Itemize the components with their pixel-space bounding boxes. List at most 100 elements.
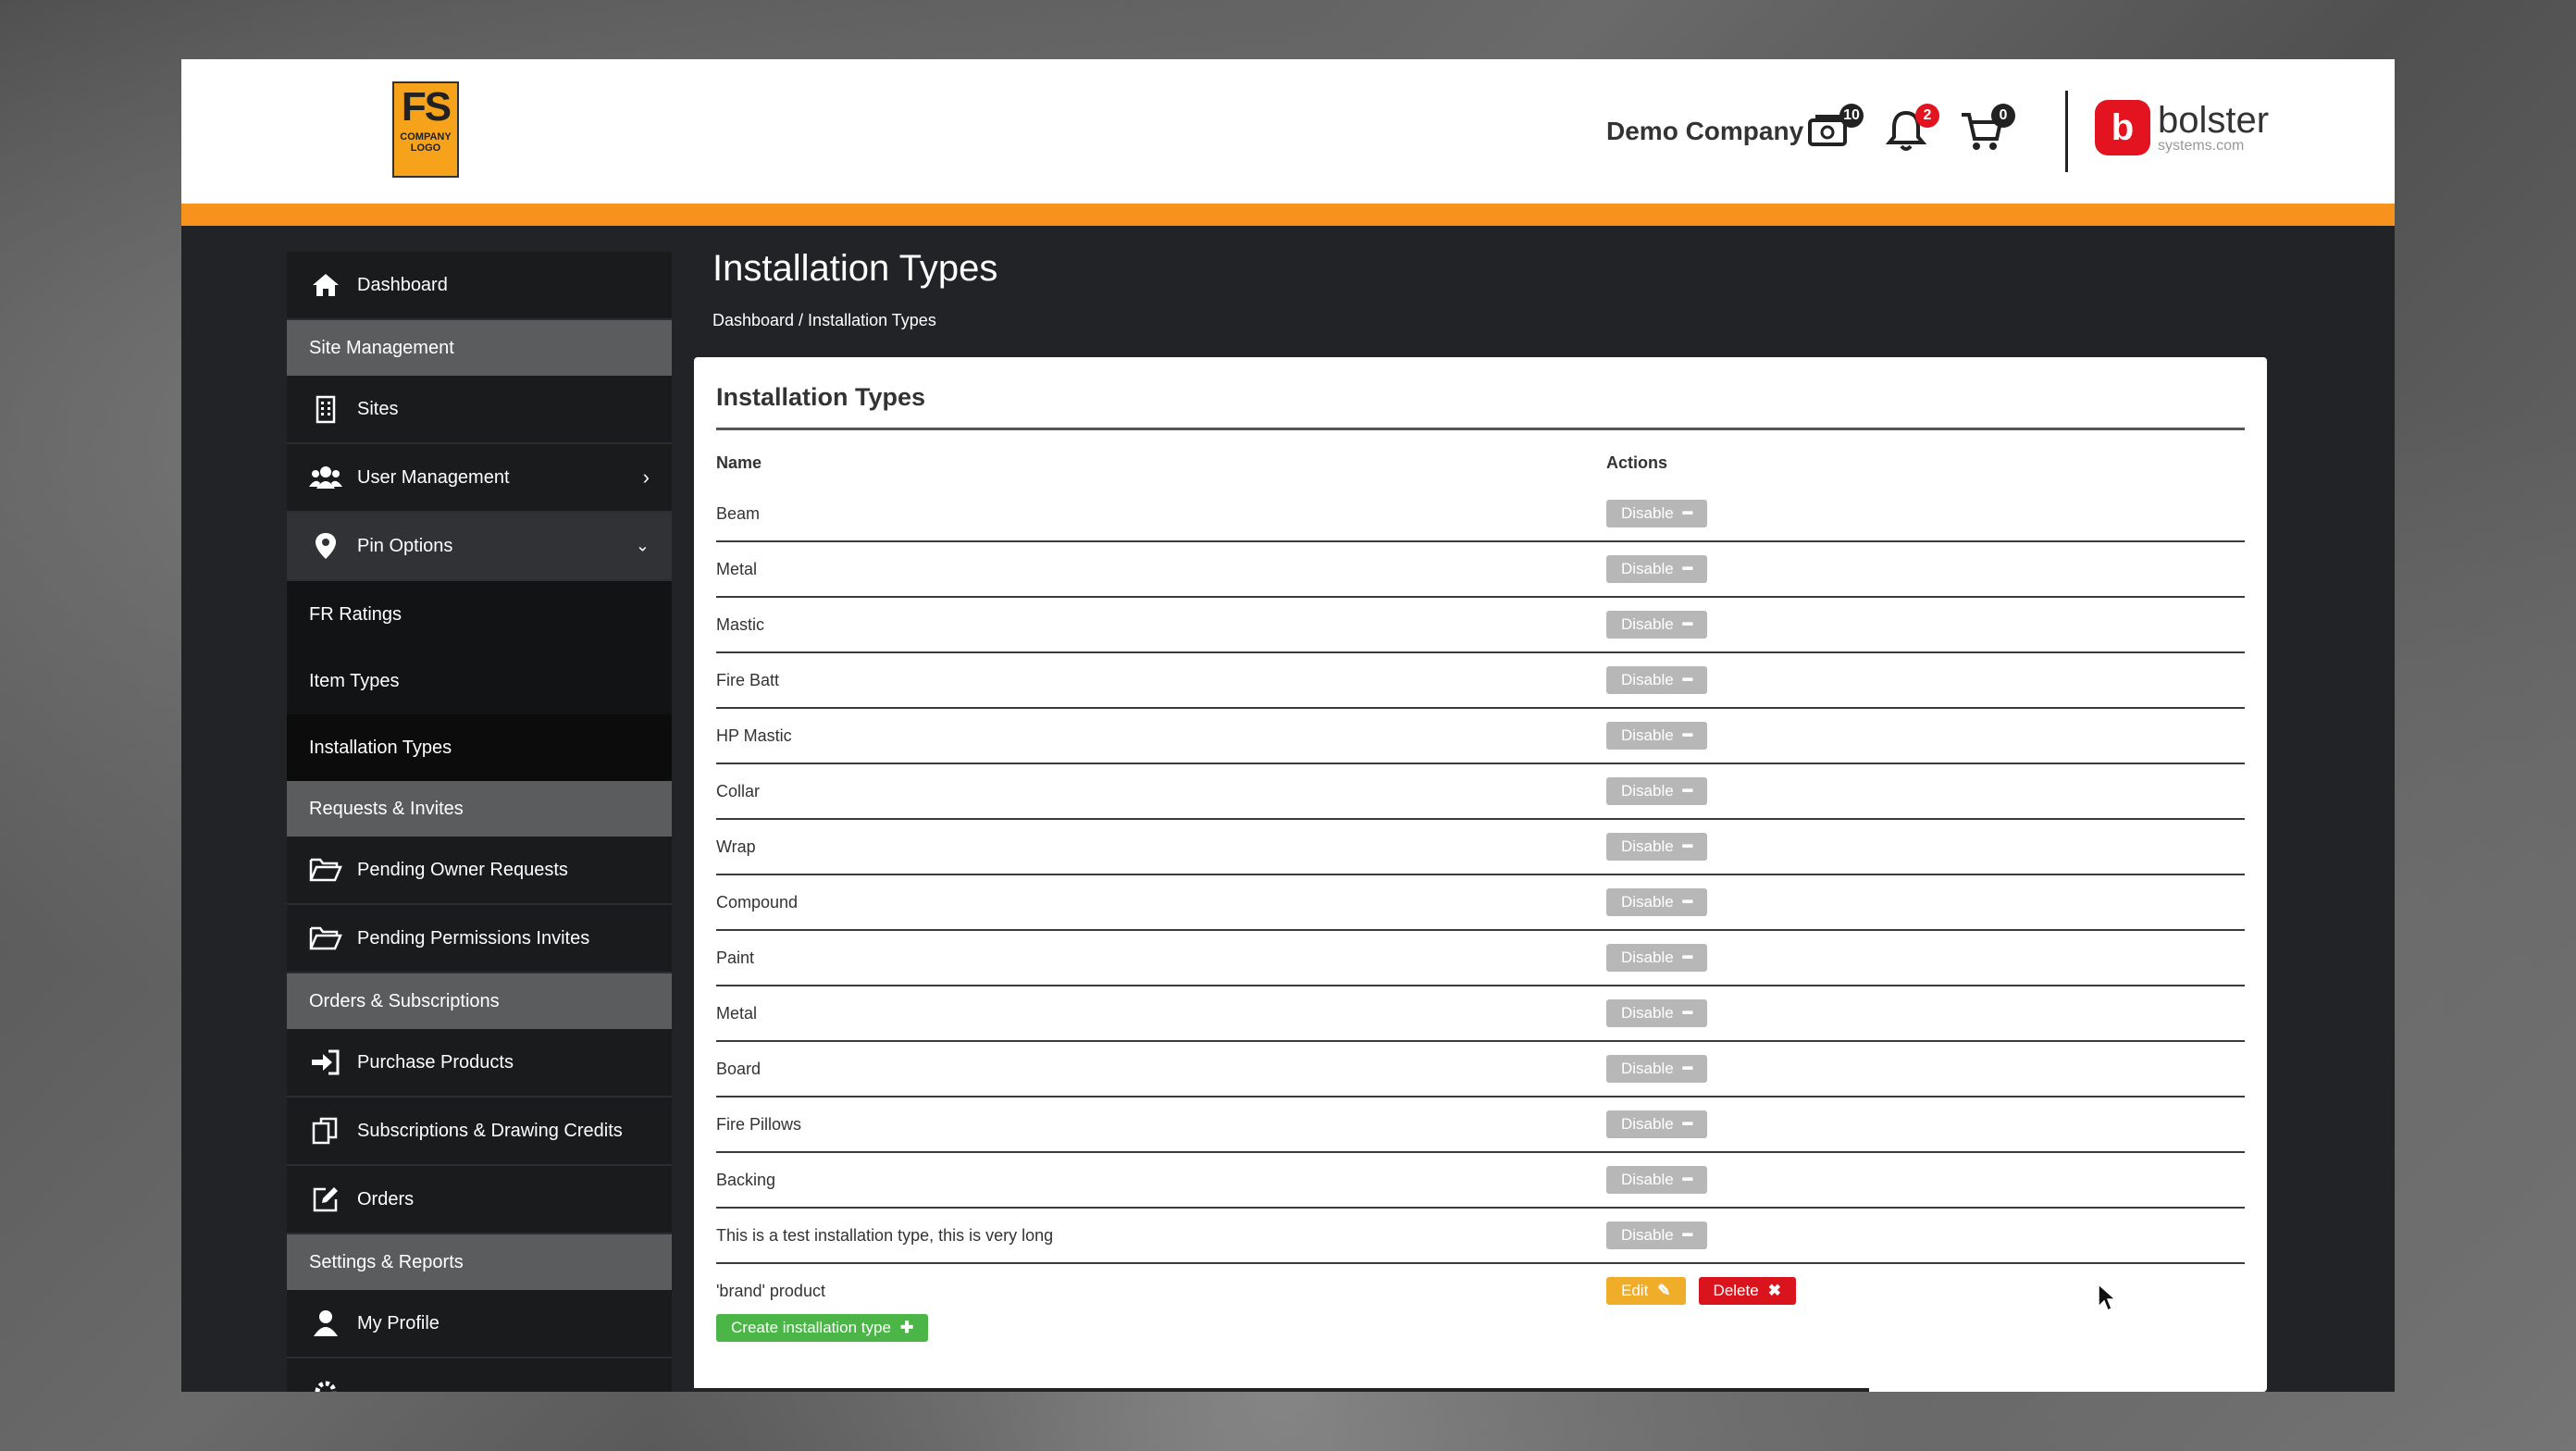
disable-button-label: Disable [1621, 1226, 1674, 1244]
disable-button-label: Disable [1621, 504, 1674, 522]
sidebar-item-pin-options[interactable]: Pin Options ⌄ [287, 513, 672, 581]
disable-button-label: Disable [1621, 893, 1674, 911]
breadcrumb[interactable]: Dashboard / Installation Types [712, 311, 936, 330]
row-name: This is a test installation type, this i… [716, 1226, 1054, 1245]
table-row: Collar Disable ━ [716, 764, 2245, 820]
cart-button[interactable]: 0 [1958, 104, 2015, 159]
users-icon [309, 466, 342, 489]
sidebar-item-orders[interactable]: Orders [287, 1166, 672, 1234]
row-name: Collar [716, 782, 761, 800]
disable-button[interactable]: Disable ━ [1606, 722, 1707, 750]
table-row: This is a test installation type, this i… [716, 1209, 2245, 1264]
table-row: Beam Disable ━ [716, 487, 2245, 542]
disable-button-label: Disable [1621, 1115, 1674, 1133]
disable-button[interactable]: Disable ━ [1606, 1166, 1707, 1194]
chevron-down-icon: ⌄ [635, 536, 650, 555]
sidebar: Dashboard Site Management Sites User Man… [287, 252, 672, 1392]
row-name: Metal [716, 560, 758, 578]
edit-icon [313, 1187, 338, 1212]
app-window: FS COMPANY LOGO Demo Company 10 2 0 b bo… [181, 59, 2395, 1392]
folder-open-icon [309, 926, 342, 950]
row-name: Mastic [716, 615, 765, 634]
section-settings-reports: Settings & Reports [287, 1234, 672, 1290]
table-row: Metal Disable ━ [716, 986, 2245, 1042]
disable-button[interactable]: Disable ━ [1606, 999, 1707, 1027]
brand-sub: systems.com [2158, 138, 2245, 154]
disable-button-label: Disable [1621, 560, 1674, 577]
row-name: Paint [716, 949, 755, 967]
sidebar-subitem-installation-types[interactable]: Installation Types [287, 714, 672, 781]
pencil-icon: ✎ [1657, 1282, 1671, 1299]
minus-icon: ━ [1682, 1004, 1692, 1022]
sidebar-item-my-profile[interactable]: My Profile [287, 1290, 672, 1358]
minus-icon: ━ [1682, 893, 1692, 911]
disable-button[interactable]: Disable ━ [1606, 888, 1707, 916]
sidebar-subitem-fr-ratings[interactable]: FR Ratings [287, 581, 672, 648]
credits-badge: 10 [1839, 104, 1864, 128]
minus-icon: ━ [1682, 1226, 1692, 1244]
folder-open-icon [309, 858, 342, 882]
logo-caption: COMPANY LOGO [400, 131, 452, 154]
sidebar-item-label: My Profile [357, 1312, 440, 1333]
company-name[interactable]: Demo Company [1606, 117, 1803, 146]
delete-button[interactable]: Delete ✖ [1698, 1277, 1796, 1305]
disable-button-label: Disable [1621, 726, 1674, 744]
disable-button[interactable]: Disable ━ [1606, 555, 1707, 583]
disable-button-label: Disable [1621, 671, 1674, 688]
minus-icon: ━ [1682, 1115, 1692, 1133]
disable-button[interactable]: Disable ━ [1606, 944, 1707, 972]
disable-button[interactable]: Disable ━ [1606, 833, 1707, 861]
plus-icon: ✚ [899, 1319, 914, 1336]
notifications-button[interactable]: 2 [1882, 104, 1939, 159]
company-logo[interactable]: FS COMPANY LOGO [392, 81, 459, 178]
disable-button[interactable]: Disable ━ [1606, 611, 1707, 639]
disable-button-label: Disable [1621, 837, 1674, 855]
disable-button[interactable]: Disable ━ [1606, 1222, 1707, 1249]
minus-icon: ━ [1682, 949, 1692, 966]
column-header-name: Name [716, 453, 762, 472]
sidebar-item-dashboard[interactable]: Dashboard [287, 252, 672, 320]
row-name: Backing [716, 1171, 776, 1189]
disable-button[interactable]: Disable ━ [1606, 500, 1707, 527]
disable-button[interactable]: Disable ━ [1606, 777, 1707, 805]
credits-button[interactable]: 10 [1806, 104, 1864, 159]
table-row: Board Disable ━ [716, 1042, 2245, 1098]
table-row-editable: 'brand' product Edit ✎ Delete ✖ [716, 1264, 2245, 1320]
installation-types-table: Beam Disable ━ Metal Disable ━ Mastic Disable ━ F… [716, 487, 2245, 1320]
minus-icon: ━ [1682, 782, 1692, 800]
sidebar-item-label: Sites [357, 398, 399, 419]
disable-button[interactable]: Disable ━ [1606, 666, 1707, 694]
sidebar-item-user-management[interactable]: User Management › [287, 444, 672, 513]
sidebar-item-pending-owner-requests[interactable]: Pending Owner Requests [287, 837, 672, 905]
table-row: Fire Pillows Disable ━ [716, 1098, 2245, 1153]
sidebar-item-settings[interactable] [287, 1358, 672, 1392]
sidebar-item-sites[interactable]: Sites [287, 376, 672, 444]
disable-button[interactable]: Disable ━ [1606, 1110, 1707, 1138]
table-row: HP Mastic Disable ━ [716, 709, 2245, 764]
sidebar-item-subscriptions[interactable]: Subscriptions & Drawing Credits [287, 1098, 672, 1166]
minus-icon: ━ [1682, 671, 1692, 688]
create-installation-type-button[interactable]: Create installation type ✚ [716, 1314, 929, 1342]
sidebar-subitem-item-types[interactable]: Item Types [287, 648, 672, 714]
brand-name: bolster [2158, 100, 2270, 141]
sidebar-item-purchase-products[interactable]: Purchase Products [287, 1029, 672, 1098]
bolster-brand[interactable]: b bolster systems.com [2095, 100, 2269, 155]
row-name: Beam [716, 504, 761, 523]
top-header: FS COMPANY LOGO Demo Company 10 2 0 b bo… [181, 59, 2395, 204]
section-site-management: Site Management [287, 320, 672, 376]
card-title: Installation Types [716, 383, 926, 411]
close-icon: ✖ [1767, 1282, 1781, 1299]
header-divider [2065, 91, 2068, 172]
sidebar-item-label: User Management [357, 466, 510, 488]
edit-button[interactable]: Edit ✎ [1606, 1277, 1686, 1305]
row-name: Metal [716, 1004, 758, 1023]
notifications-badge: 2 [1915, 104, 1939, 128]
table-row: Compound Disable ━ [716, 875, 2245, 931]
disable-button[interactable]: Disable ━ [1606, 1055, 1707, 1083]
user-icon [314, 1310, 338, 1336]
sidebar-item-pending-permissions-invites[interactable]: Pending Permissions Invites [287, 905, 672, 974]
edit-button-label: Edit [1621, 1282, 1649, 1299]
section-orders-subscriptions: Orders & Subscriptions [287, 974, 672, 1029]
sidebar-item-label: Pending Owner Requests [357, 859, 568, 880]
disable-button-label: Disable [1621, 1060, 1674, 1077]
